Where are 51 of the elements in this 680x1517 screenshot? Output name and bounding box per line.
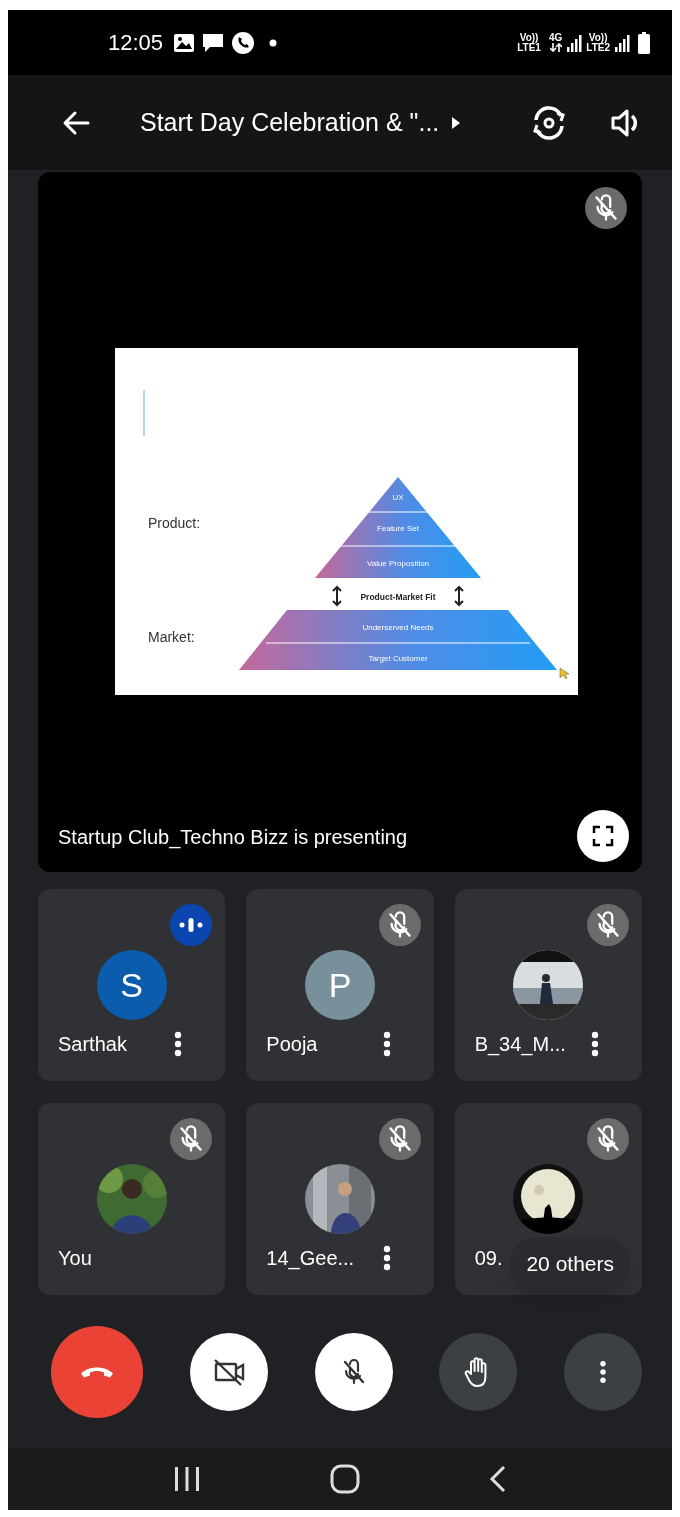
- data-type-label: 4G: [548, 33, 563, 43]
- volte-label: Vo)): [519, 32, 539, 43]
- fullscreen-button[interactable]: [577, 810, 629, 862]
- fit-label: Product-Market Fit: [360, 592, 436, 602]
- more-options-icon[interactable]: [382, 1245, 391, 1271]
- signal-icon: [566, 33, 583, 52]
- back-icon[interactable]: [488, 1464, 508, 1494]
- pyramid-layer-label: Feature Set: [377, 524, 419, 533]
- fullscreen-icon: [592, 825, 614, 847]
- slide-label: Product:: [148, 515, 201, 531]
- more-options-icon[interactable]: [382, 1031, 391, 1057]
- meeting-title-button[interactable]: Start Day Celebration & "...: [140, 103, 462, 142]
- pyramid-layer-label: Target Customer: [368, 654, 428, 663]
- participant-name: Sarthak: [58, 1032, 127, 1057]
- switch-camera-icon[interactable]: [530, 103, 568, 142]
- data-arrows-icon: [549, 43, 562, 52]
- clock-time: 12:05: [108, 29, 164, 57]
- more-options-icon: [600, 1361, 606, 1383]
- recent-apps-icon[interactable]: [172, 1465, 202, 1493]
- more-options-icon[interactable]: [174, 1031, 183, 1057]
- others-button[interactable]: 20 others: [510, 1237, 630, 1291]
- participant-name: Pooja: [266, 1032, 318, 1057]
- pyramid-layer-label: Underserved Needs: [362, 623, 434, 632]
- network-label: LTE1: [517, 42, 541, 53]
- hang-up-icon: [81, 1366, 113, 1378]
- participant-name: You: [58, 1246, 92, 1271]
- pyramid-layer-label: UX: [392, 493, 404, 502]
- participant-name: 09.: [474, 1246, 503, 1271]
- presenting-caption: Startup Club_Techno Bizz is presenting: [58, 825, 408, 851]
- home-icon[interactable]: [330, 1464, 360, 1494]
- avatar: S: [96, 950, 167, 1020]
- pyramid-layer-label: Value Proposition: [366, 559, 430, 568]
- network-label: LTE2: [586, 42, 610, 53]
- avatar: P: [305, 950, 375, 1020]
- caret-icon: [451, 115, 462, 130]
- signal-icon: [614, 33, 630, 52]
- battery-icon: [638, 31, 650, 54]
- slide-label: Market:: [148, 629, 195, 645]
- notification-dot-icon: [269, 38, 278, 47]
- phone-icon: [231, 30, 256, 55]
- more-options-icon[interactable]: [591, 1031, 599, 1057]
- muted-mic-icon: [585, 187, 627, 229]
- participant-name: B_34_M...: [474, 1032, 566, 1058]
- volte-label: Vo)): [588, 32, 608, 43]
- chat-icon: [201, 31, 226, 54]
- up-down-arrow-icon: [454, 585, 464, 607]
- gallery-icon: [173, 32, 196, 53]
- cursor-icon: [559, 667, 570, 680]
- up-down-arrow-icon: [332, 585, 342, 607]
- back-arrow-icon: [62, 109, 90, 136]
- participant-name: 14_Gee...: [266, 1246, 355, 1272]
